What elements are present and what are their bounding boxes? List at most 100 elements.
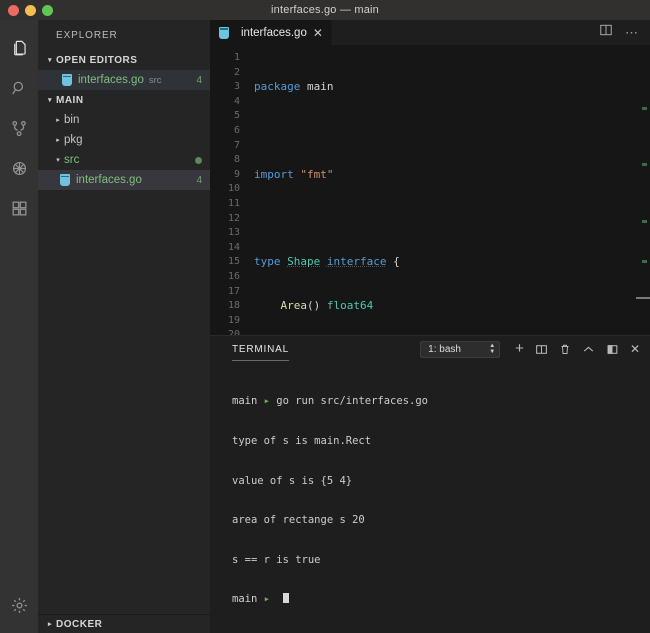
terminal-line: main ▸ (232, 593, 650, 606)
section-docker[interactable]: ▸ DOCKER (38, 615, 210, 633)
vscode-window: interfaces.go — main EXPLORER ▾ OPEN EDI… (0, 0, 650, 633)
line-number: 13 (227, 227, 240, 239)
tree-item-bin[interactable]: ▸ bin (38, 110, 210, 130)
line-number: 8 (233, 154, 240, 166)
open-editor-item-interfaces-go[interactable]: interfaces.go src 4 (38, 70, 210, 90)
terminal-command: go run src/interfaces.go (269, 395, 428, 408)
editor-area: interfaces.go ✕ ⋯ 1 2 3 4 5 6 7 8 9 10 1… (210, 20, 650, 633)
line-number: 20 (227, 329, 240, 335)
chevron-down-icon: ▾ (47, 57, 52, 64)
section-docker-label: DOCKER (56, 618, 103, 630)
gear-icon (10, 596, 29, 615)
activitybar-item-search[interactable] (0, 68, 38, 108)
tab-close-icon[interactable]: ✕ (313, 27, 323, 39)
split-editor-icon[interactable] (599, 23, 613, 42)
go-file-icon (60, 174, 70, 186)
code-line: import "fmt" (254, 167, 334, 181)
terminal-output[interactable]: main ▸ go run src/interfaces.go type of … (210, 363, 650, 633)
editor-actions: ⋯ (599, 20, 650, 45)
panel-toolbar: 1: bash ▲ ▼ + ✕ (420, 340, 640, 358)
overview-mark (642, 107, 647, 110)
kill-terminal-icon[interactable] (559, 343, 571, 356)
activity-bar (0, 20, 38, 633)
files-icon (10, 39, 29, 58)
sidebar-explorer: EXPLORER ▾ OPEN EDITORS interfaces.go sr… (38, 20, 210, 633)
modified-dot-badge (195, 156, 202, 164)
activitybar-item-run-and-debug[interactable] (0, 148, 38, 188)
chevron-right-icon: ▸ (47, 621, 52, 628)
code-line: type Shape interface { (254, 255, 400, 269)
close-panel-icon[interactable]: ✕ (630, 343, 640, 355)
activitybar-item-extensions[interactable] (0, 188, 38, 228)
section-project-main[interactable]: ▾ MAIN (38, 90, 210, 110)
tree-item-badge: 4 (196, 174, 202, 186)
line-number: 14 (227, 241, 240, 253)
title-bar: interfaces.go — main (0, 0, 650, 20)
panel-header: TERMINAL 1: bash ▲ ▼ + ✕ (210, 336, 650, 363)
terminal-prompt-arrow: ▸ (263, 593, 270, 606)
chevron-right-icon: ▸ (56, 137, 60, 144)
overview-ruler[interactable] (636, 45, 650, 335)
activitybar-item-source-control[interactable] (0, 108, 38, 148)
new-terminal-icon[interactable]: + (515, 341, 524, 356)
split-terminal-icon[interactable] (535, 343, 548, 356)
terminal-select[interactable]: 1: bash ▲ ▼ (420, 340, 501, 358)
chevron-down-icon: ▾ (47, 97, 52, 104)
terminal-cursor (282, 593, 289, 604)
tree-item-interfaces-go-label: interfaces.go (76, 174, 142, 186)
bottom-panel: TERMINAL 1: bash ▲ ▼ + ✕ main ▸ go run s… (210, 334, 650, 633)
window-title: interfaces.go — main (271, 4, 379, 16)
tree-item-bin-label: bin (64, 114, 80, 126)
go-file-icon (62, 74, 72, 86)
activitybar-item-settings[interactable] (0, 585, 38, 625)
tree-item-src[interactable]: ▾ src (38, 150, 210, 170)
extensions-icon (10, 199, 29, 218)
line-number: 7 (233, 139, 240, 151)
overview-cursor-mark (636, 297, 650, 299)
section-project-label: MAIN (56, 94, 84, 106)
overview-mark (642, 260, 647, 263)
section-open-editors[interactable]: ▾ OPEN EDITORS (38, 50, 210, 70)
tree-item-pkg-label: pkg (64, 134, 83, 146)
sidebar-title: EXPLORER (56, 29, 118, 41)
workbench: EXPLORER ▾ OPEN EDITORS interfaces.go sr… (0, 20, 650, 633)
panel-tab-terminal[interactable]: TERMINAL (232, 336, 289, 363)
open-editor-folder: src (148, 74, 162, 86)
terminal-prompt-host: main (232, 593, 258, 606)
line-number: 15 (227, 256, 240, 268)
code-line: Area() float64 (280, 299, 374, 313)
source-control-icon (10, 119, 29, 138)
terminal-line: area of rectange s 20 (232, 514, 650, 527)
open-editor-filename: interfaces.go (78, 74, 144, 86)
line-number: 4 (233, 95, 240, 107)
terminal-text: s == r is true (232, 553, 321, 566)
tab-bar: interfaces.go ✕ ⋯ (210, 20, 650, 45)
go-file-icon (219, 26, 229, 39)
tab-interfaces-go[interactable]: interfaces.go ✕ (210, 20, 332, 45)
line-number: 16 (227, 270, 240, 282)
overview-mark (642, 220, 647, 223)
terminal-prompt-host: main (232, 395, 258, 408)
code-content[interactable]: package main import "fmt" type Shape int… (248, 45, 650, 335)
line-number: 9 (233, 168, 240, 180)
code-editor[interactable]: 1 2 3 4 5 6 7 8 9 10 11 12 13 14 15 16 1 (210, 45, 650, 335)
line-number: 17 (227, 285, 240, 297)
tree-item-pkg[interactable]: ▸ pkg (38, 130, 210, 150)
overview-mark (642, 163, 647, 166)
section-open-editors-label: OPEN EDITORS (56, 54, 138, 66)
open-editor-badge: 4 (196, 74, 202, 86)
line-number: 1 (233, 52, 240, 63)
line-number: 2 (233, 66, 240, 78)
terminal-text: type of s is main.Rect (232, 434, 372, 447)
toggle-panel-icon[interactable] (606, 343, 619, 356)
activitybar-item-explorer[interactable] (0, 28, 38, 68)
terminal-line: type of s is main.Rect (232, 435, 650, 448)
line-number: 5 (233, 110, 240, 122)
chevron-right-icon: ▸ (56, 117, 60, 124)
tree-item-interfaces-go[interactable]: interfaces.go 4 (38, 170, 210, 190)
maximize-panel-icon[interactable] (582, 343, 595, 356)
more-actions-icon[interactable]: ⋯ (625, 26, 638, 39)
